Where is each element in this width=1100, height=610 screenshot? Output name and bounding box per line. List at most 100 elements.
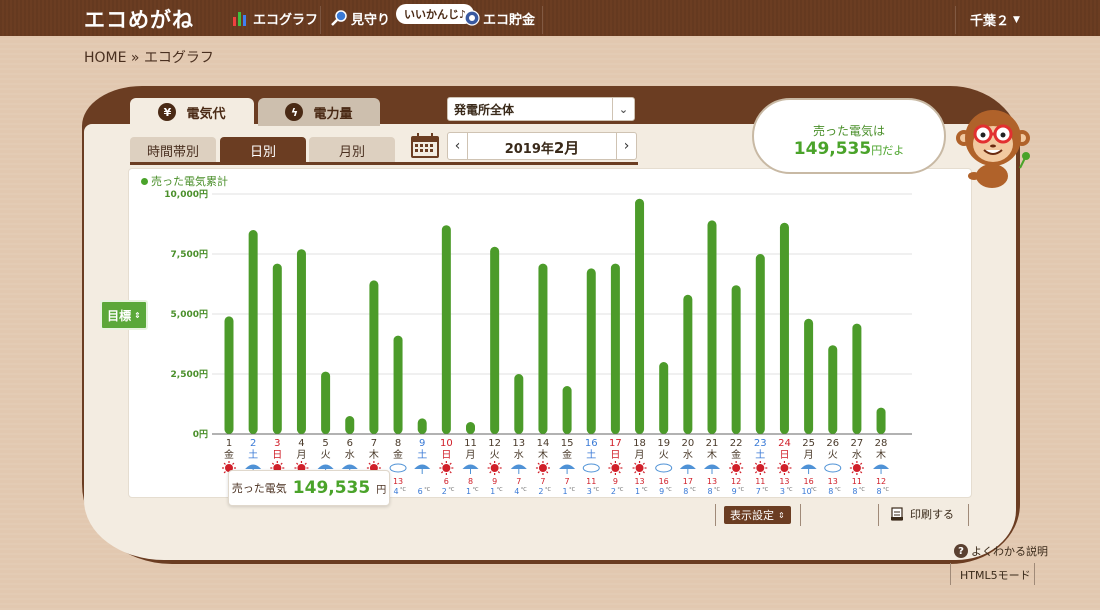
x-tick-weekday: 月 bbox=[296, 449, 306, 461]
temp-high-label: 16 bbox=[804, 477, 814, 486]
chevron-down-icon: ⌄ bbox=[612, 98, 634, 120]
x-tick-day: 5 bbox=[322, 438, 328, 449]
plant-select-value: 発電所全体 bbox=[454, 102, 515, 117]
temp-low-label: 8 bbox=[852, 487, 857, 496]
bar bbox=[876, 407, 886, 434]
bar bbox=[224, 316, 234, 434]
temp-unit-label: °C bbox=[738, 487, 745, 493]
speech-value: 149,535 bbox=[793, 139, 872, 159]
temp-low-label: 1 bbox=[635, 487, 640, 496]
x-tick-day: 16 bbox=[585, 438, 598, 449]
temp-high-label: 9 bbox=[492, 477, 497, 486]
html5-separator bbox=[1034, 563, 1035, 585]
tab-hourly[interactable]: 時間帯別 bbox=[130, 137, 216, 163]
bar bbox=[296, 249, 306, 434]
nav-eco-savings[interactable]: エコ貯金 bbox=[464, 8, 535, 28]
breadcrumb: HOME » エコグラフ bbox=[84, 50, 214, 66]
tab-electricity-cost-label: 電気代 bbox=[186, 106, 226, 122]
x-tick-weekday: 金 bbox=[562, 448, 572, 461]
display-settings-button[interactable]: 表示設定 ⇕ bbox=[724, 506, 791, 524]
sold-total-badge: 売った電気 149,535 円 bbox=[228, 470, 390, 506]
print-button[interactable]: 印刷する bbox=[890, 506, 954, 522]
temp-high-label: 12 bbox=[731, 477, 741, 486]
y-tick-label: 10,000円 bbox=[164, 189, 208, 200]
tab-electricity-cost[interactable]: ¥ 電気代 bbox=[130, 98, 254, 126]
x-tick-weekday: 水 bbox=[345, 449, 355, 461]
app-logo[interactable]: エコめがね bbox=[84, 4, 194, 34]
control-separator bbox=[715, 504, 716, 526]
x-tick-weekday: 水 bbox=[852, 449, 862, 461]
weather-sun-ray bbox=[546, 462, 549, 465]
weather-sun-ray bbox=[618, 462, 621, 465]
x-tick-day: 20 bbox=[681, 438, 694, 449]
tab-daily[interactable]: 日別 bbox=[220, 137, 306, 163]
weather-umbrella-icon bbox=[873, 464, 890, 469]
weather-sun-ray bbox=[280, 462, 283, 465]
temp-low-label: 2 bbox=[538, 487, 543, 496]
bar bbox=[466, 422, 475, 434]
temp-high-label: 17 bbox=[683, 477, 693, 486]
bar bbox=[562, 386, 572, 434]
weather-sun-ray bbox=[787, 471, 790, 474]
x-tick-weekday: 土 bbox=[755, 448, 765, 461]
user-separator bbox=[955, 6, 956, 34]
bar bbox=[417, 418, 427, 434]
x-tick-day: 11 bbox=[464, 438, 477, 449]
x-tick-weekday: 火 bbox=[321, 449, 331, 461]
x-tick-day: 15 bbox=[561, 438, 574, 449]
user-name: 千葉２ bbox=[970, 14, 1010, 29]
x-tick-day: 12 bbox=[488, 438, 501, 449]
x-tick-weekday: 日 bbox=[441, 450, 451, 461]
weather-sun-ray bbox=[304, 462, 307, 465]
bar bbox=[707, 220, 717, 434]
x-tick-weekday: 金 bbox=[731, 448, 741, 461]
weather-sun-ray bbox=[779, 471, 782, 474]
temp-unit-label: °C bbox=[424, 487, 431, 493]
temp-unit-label: °C bbox=[666, 487, 673, 493]
user-menu[interactable]: 千葉２ ▼ bbox=[970, 10, 1020, 29]
weather-umbrella-icon bbox=[704, 464, 720, 469]
x-tick-weekday: 木 bbox=[369, 449, 379, 461]
tab-monthly[interactable]: 月別 bbox=[309, 137, 395, 163]
bar-graph-icon bbox=[233, 12, 246, 26]
x-tick-weekday: 日 bbox=[272, 450, 282, 461]
x-tick-day: 9 bbox=[419, 438, 425, 449]
html5-separator bbox=[950, 563, 951, 585]
x-tick-day: 2 bbox=[250, 438, 256, 449]
x-tick-day: 22 bbox=[730, 438, 743, 449]
help-link[interactable]: ? よくわかる説明 bbox=[954, 543, 1048, 559]
date-navigator: ‹ 2019年2月 › bbox=[447, 132, 637, 160]
weather-sun-ray bbox=[223, 462, 226, 465]
temp-high-label: 11 bbox=[755, 477, 765, 486]
y-tick-label: 0円 bbox=[193, 429, 208, 440]
temp-unit-label: °C bbox=[714, 487, 721, 493]
x-tick-weekday: 火 bbox=[659, 449, 669, 461]
weather-sun-ray bbox=[296, 462, 299, 465]
speech-suffix: 円だよ bbox=[871, 144, 905, 157]
nav-mimamori[interactable]: 見守り bbox=[330, 8, 390, 28]
plant-select[interactable]: 発電所全体 ⌄ bbox=[447, 97, 635, 121]
nav-eco-graph[interactable]: エコグラフ bbox=[232, 8, 318, 28]
bar bbox=[635, 198, 645, 434]
weather-sun-ray bbox=[739, 462, 742, 465]
weather-umbrella-icon bbox=[317, 464, 334, 469]
x-tick-weekday: 土 bbox=[586, 448, 596, 461]
temp-high-label: 13 bbox=[634, 477, 644, 486]
x-tick-weekday: 月 bbox=[804, 449, 814, 461]
printer-icon bbox=[891, 507, 903, 521]
weather-sun-ray bbox=[787, 462, 790, 465]
target-button[interactable]: 目標 ⇕ bbox=[100, 300, 148, 330]
tab-electricity-amount[interactable]: ϟ 電力量 bbox=[258, 98, 380, 126]
weather-cloud-icon bbox=[824, 463, 842, 473]
calendar-button[interactable] bbox=[410, 133, 440, 159]
bar bbox=[828, 345, 838, 434]
current-month: 2月 bbox=[553, 139, 580, 157]
next-month-button[interactable]: › bbox=[616, 133, 636, 159]
html5-mode-button[interactable]: HTML5モード bbox=[960, 567, 1031, 583]
prev-month-button[interactable]: ‹ bbox=[448, 133, 468, 159]
temp-unit-label: °C bbox=[545, 487, 552, 493]
bar bbox=[369, 280, 379, 434]
x-tick-day: 3 bbox=[274, 438, 280, 449]
x-tick-weekday: 木 bbox=[707, 449, 717, 461]
weather-umbrella-icon bbox=[414, 464, 431, 469]
